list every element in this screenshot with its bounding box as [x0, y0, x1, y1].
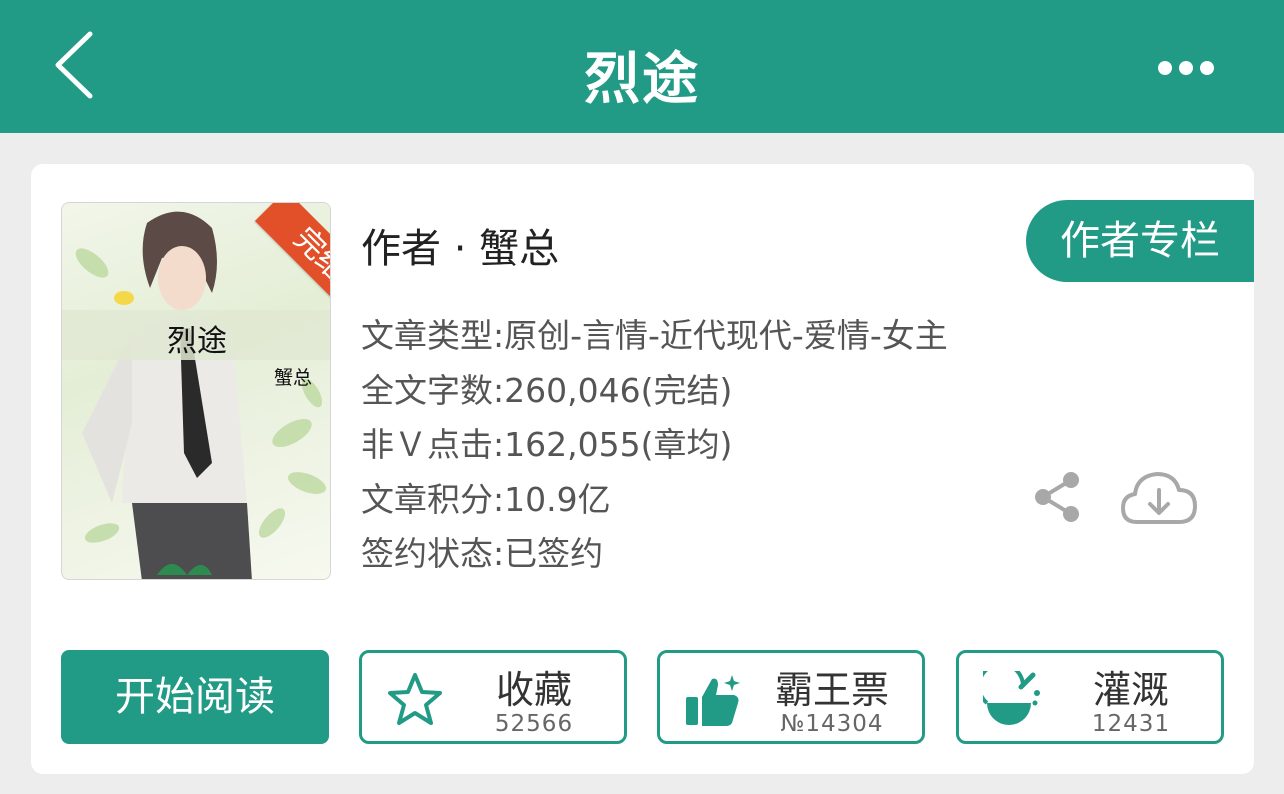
- start-reading-button[interactable]: 开始阅读: [61, 650, 329, 744]
- thumbs-up-icon: [686, 675, 740, 726]
- vote-label: 霸王票: [774, 668, 889, 712]
- author-name[interactable]: 作者 · 蟹总: [361, 216, 559, 274]
- more-horizontal-icon[interactable]: [1156, 55, 1216, 81]
- cover-author: 蟹总: [274, 367, 313, 389]
- book-cover[interactable]: 烈途 蟹总 完结: [61, 202, 331, 580]
- author-column-button[interactable]: 作者专栏: [1026, 200, 1254, 282]
- collect-label: 收藏: [495, 668, 572, 712]
- info-contract-status: 签约状态:已签约: [361, 534, 604, 573]
- info-genre: 文章类型:原创-言情-近代现代-爱情-女主: [361, 316, 948, 355]
- star-icon: [388, 673, 442, 725]
- top-nav-bar: 烈途: [0, 0, 1284, 133]
- cloud-download-icon[interactable]: [1119, 468, 1199, 528]
- collect-count: 52566: [494, 711, 574, 737]
- cover-title: 烈途: [167, 324, 227, 359]
- flask-icon: [983, 671, 1040, 725]
- book-info-card: 烈途 蟹总 完结 作者 · 蟹总 作者专栏 文章类型:原创-言情-近代现代-爱情…: [31, 164, 1254, 774]
- water-label: 灌溉: [1092, 668, 1169, 712]
- cover-illustration: [75, 211, 327, 579]
- page-title: 烈途: [584, 47, 700, 112]
- water-count: 12431: [1091, 711, 1171, 737]
- vote-count: №14304: [780, 711, 884, 737]
- vote-button[interactable]: 霸王票 №14304: [657, 650, 925, 744]
- book-info-list: 文章类型:原创-言情-近代现代-爱情-女主 全文字数:260,046(完结) 非…: [361, 309, 948, 582]
- share-icon[interactable]: [1031, 470, 1083, 524]
- collect-button[interactable]: 收藏 52566: [359, 650, 627, 744]
- info-word-count: 全文字数:260,046(完结): [361, 370, 733, 410]
- info-clicks: 非Ｖ点击:162,055(章均): [361, 425, 733, 464]
- info-score: 文章积分:10.9亿: [361, 479, 611, 519]
- water-button[interactable]: 灌溉 12431: [956, 650, 1224, 744]
